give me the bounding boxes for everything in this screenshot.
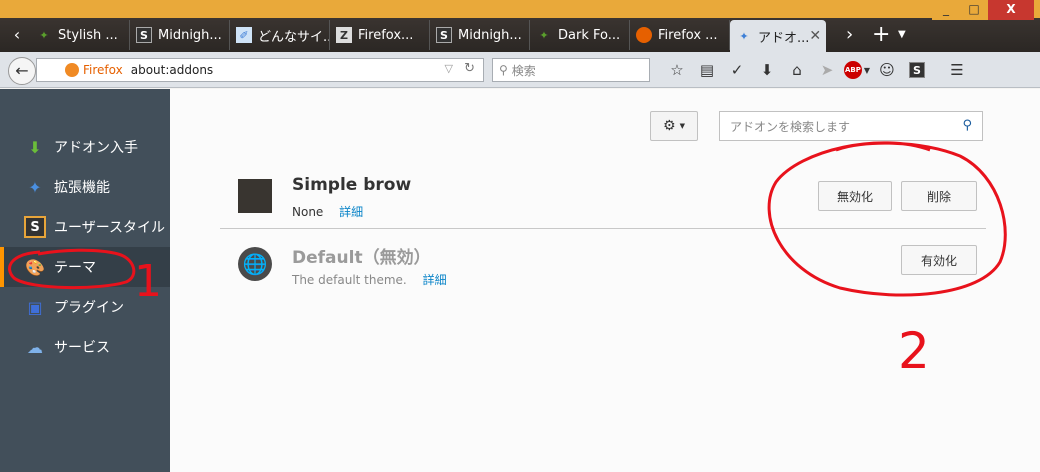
minimize-button[interactable]: _ [932,0,960,20]
tab-list-dropdown-icon[interactable]: ▼ [898,20,906,50]
browser-search-input[interactable]: ⚲ 検索 [492,58,650,82]
tab-scroll-left-icon[interactable]: ‹ [6,20,28,50]
reading-list-icon[interactable]: ▤ [692,58,722,82]
tab-scroll-right-icon[interactable]: › [846,20,853,50]
puzzle-blue-icon: ✦ [739,29,749,43]
pocket-icon[interactable]: ✓ [722,58,752,82]
sidebar-item-get-addons[interactable]: ⬇ アドオン入手 [0,127,170,167]
theme-thumbnail [238,179,272,213]
identity-label: Firefox [83,63,123,77]
addons-main: ⚙ ▼ アドオンを検索します ⚲ Simple brow None 詳細 無効化… [170,89,1040,472]
quill-icon: ✐ [236,27,252,43]
addon-description-text: The default theme. [292,273,407,287]
sidebar-item-label: アドオン入手 [54,140,138,156]
tab-stylish[interactable]: ✦ Stylish ... [30,20,130,50]
gear-icon: ⚙ [663,118,676,134]
tab-addons[interactable]: ✦ アドオ... ✕ [730,20,826,52]
disable-button[interactable]: 無効化 [818,181,892,211]
reload-icon[interactable]: ↻ [464,61,475,76]
close-tab-icon[interactable]: ✕ [809,28,821,44]
title-bar: _ □ X ‹ ✦ Stylish ... S Midnigh... ✐ どんな… [0,0,1040,52]
tab-label: Firefox... [358,27,414,43]
firefox-icon [636,27,652,43]
download-icon[interactable]: ⬇ [752,58,782,82]
share-icon[interactable]: ➤ [812,58,842,82]
stylish-icon[interactable]: S [902,58,932,82]
back-button[interactable]: ← [8,57,36,85]
tab-firefox-1[interactable]: Z Firefox... [330,20,430,50]
url-bar[interactable]: Firefox about:addons ▽ ↻ [36,58,484,82]
adblock-plus-icon[interactable]: ABP ▼ [842,58,872,82]
bookmark-star-icon[interactable]: ☆ [662,58,692,82]
sidebar-item-label: プラグイン [54,300,124,316]
services-icon: ☁ [27,337,43,357]
enable-button[interactable]: 有効化 [901,245,977,275]
stylish-s-icon: S [436,27,452,43]
tab-label: Stylish ... [58,27,118,43]
url-dropdown-icon[interactable]: ▽ [445,62,453,75]
tab-firefox-2[interactable]: Firefox ... [630,20,730,50]
sidebar-item-userstyles[interactable]: S ユーザースタイル [0,207,170,247]
nav-bar: ← Firefox about:addons ▽ ↻ ⚲ 検索 ☆ ▤ ✓ ⬇ … [0,52,1040,88]
firefox-icon [65,63,79,77]
sidebar-item-services[interactable]: ☁ サービス [0,327,170,367]
z-icon: Z [336,27,352,43]
stylish-s-icon: S [136,27,152,43]
tab-midnight-1[interactable]: S Midnigh... [130,20,230,50]
close-window-button[interactable]: X [988,0,1034,20]
addon-description-text: None [292,205,324,219]
addons-sidebar: ⬇ アドオン入手 ✦ 拡張機能 S ユーザースタイル 🎨 テーマ ▣ プラグイン… [0,89,170,472]
sidebar-item-label: サービス [54,340,110,356]
themes-icon: 🎨 [25,257,45,277]
more-details-link[interactable]: 詳細 [423,273,447,287]
tab-label: アドオ... [758,30,810,46]
tab-label: Firefox ... [658,27,718,43]
toolbar-icons: ☆ ▤ ✓ ⬇ ⌂ ➤ ABP ▼ ☺ S ☰ [662,58,972,82]
tab-label: どんなサイ... [258,29,330,45]
addon-name: Default（無効） [292,248,431,268]
chevron-down-icon: ▼ [679,122,685,130]
maximize-button[interactable]: □ [960,0,988,20]
addon-item-simple-brow[interactable]: Simple brow None 詳細 無効化 削除 [220,169,986,229]
puzzle-icon: ✦ [539,28,549,42]
home-icon[interactable]: ⌂ [782,58,812,82]
addon-name: Simple brow [292,175,412,195]
url-text[interactable]: about:addons [131,63,213,77]
get-addons-icon: ⬇ [28,137,42,157]
plugins-icon: ▣ [27,297,43,317]
tab-label: Midnigh... [458,27,522,43]
sidebar-item-themes[interactable]: 🎨 テーマ [0,247,170,287]
addon-description: None 詳細 [292,203,363,220]
addon-search-placeholder: アドオンを検索します [730,119,851,134]
search-icon: ⚲ [499,63,508,77]
new-tab-icon[interactable]: + [872,20,890,50]
remove-button[interactable]: 削除 [901,181,977,211]
tab-dark-fox[interactable]: ✦ Dark Fo... [530,20,630,50]
sidebar-item-label: ユーザースタイル [54,220,166,236]
tools-menu-button[interactable]: ⚙ ▼ [650,111,698,141]
emoji-icon[interactable]: ☺ [872,58,902,82]
sidebar-item-label: 拡張機能 [54,180,110,196]
window-controls: _ □ X [932,0,1034,20]
search-placeholder: 検索 [511,63,536,78]
menu-icon[interactable]: ☰ [942,58,972,82]
tab-label: Midnigh... [158,27,222,43]
addon-search-input[interactable]: アドオンを検索します ⚲ [719,111,983,141]
userstyles-icon: S [24,216,46,238]
sidebar-item-label: テーマ [54,260,96,276]
tab-midnight-2[interactable]: S Midnigh... [430,20,530,50]
addon-item-default[interactable]: 🌐 Default（無効） The default theme. 詳細 有効化 [220,237,986,297]
tab-donna-site[interactable]: ✐ どんなサイ... [230,20,330,50]
search-icon[interactable]: ⚲ [962,118,972,133]
puzzle-icon: ✦ [39,28,49,42]
extensions-icon: ✦ [28,177,42,197]
sidebar-item-plugins[interactable]: ▣ プラグイン [0,287,170,327]
tab-label: Dark Fo... [558,27,621,43]
more-details-link[interactable]: 詳細 [339,205,363,219]
addon-description: The default theme. 詳細 [292,271,447,288]
sidebar-item-extensions[interactable]: ✦ 拡張機能 [0,167,170,207]
tab-bar: ✦ Stylish ... S Midnigh... ✐ どんなサイ... Z … [30,20,826,52]
globe-icon: 🌐 [238,247,272,281]
